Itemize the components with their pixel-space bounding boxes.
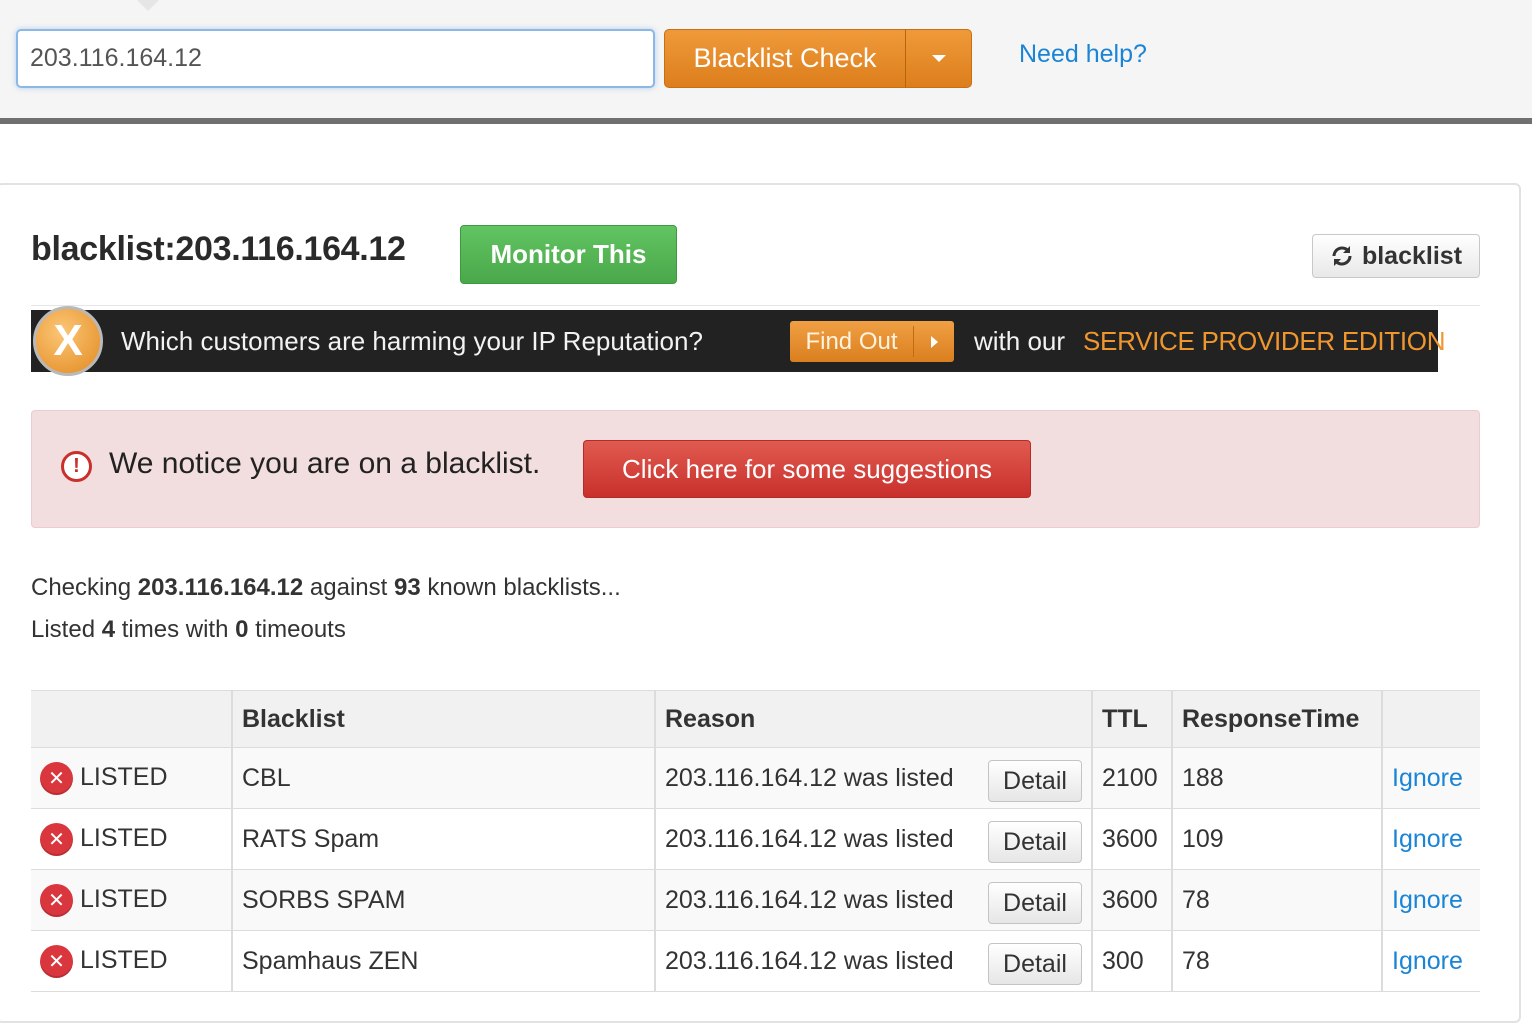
- summary-text: Listed: [31, 616, 96, 643]
- status-cell: ✕ LISTED: [31, 930, 233, 992]
- summary-text: known blacklists...: [427, 574, 621, 601]
- table-row: ✕ LISTED RATS Spam 203.116.164.12 was lis…: [31, 808, 1480, 870]
- column-header-ttl: TTL: [1091, 690, 1173, 748]
- error-x-icon: ✕: [40, 944, 73, 978]
- ttl-value: 300: [1091, 930, 1173, 992]
- action-cell: Ignore: [1381, 869, 1480, 931]
- response-time-value: 78: [1171, 930, 1383, 992]
- blacklist-check-button[interactable]: Blacklist Check: [664, 29, 906, 88]
- detail-button[interactable]: Detail: [988, 943, 1082, 985]
- reason-cell: 203.116.164.12 was listed Detail: [654, 930, 1093, 992]
- action-cell: Ignore: [1381, 747, 1480, 809]
- action-cell: Ignore: [1381, 808, 1480, 870]
- column-header-response-time: ResponseTime: [1171, 690, 1383, 748]
- listed-summary: Listed 4 times with 0 timeouts: [31, 616, 346, 644]
- status-label: LISTED: [80, 945, 168, 974]
- table-header-row: Blacklist Reason TTL ResponseTime: [31, 690, 1480, 748]
- refresh-button-label: blacklist: [1361, 241, 1463, 270]
- brand-logo-icon: X: [33, 306, 103, 376]
- suggestions-button[interactable]: Click here for some suggestions: [583, 440, 1031, 498]
- blacklist-name: RATS Spam: [231, 808, 656, 870]
- checking-summary: Checking 203.116.164.12 against 93 known…: [31, 574, 621, 602]
- reason-text: 203.116.164.12 was listed: [665, 824, 954, 853]
- column-header-status: [31, 690, 233, 748]
- ignore-link[interactable]: Ignore: [1392, 825, 1463, 853]
- error-x-icon: ✕: [40, 883, 73, 917]
- blacklist-results-table: Blacklist Reason TTL ResponseTime ✕ LISTE…: [31, 690, 1480, 992]
- ignore-link[interactable]: Ignore: [1392, 764, 1463, 792]
- status-label: LISTED: [80, 884, 168, 913]
- response-time-value: 78: [1171, 869, 1383, 931]
- title-divider: [31, 305, 1480, 306]
- status-cell: ✕ LISTED: [31, 808, 233, 870]
- detail-button[interactable]: Detail: [988, 760, 1082, 802]
- table-row: ✕ LISTED SORBS SPAM 203.116.164.12 was li…: [31, 869, 1480, 931]
- summary-text: Checking: [31, 574, 132, 601]
- status-label: LISTED: [80, 823, 168, 852]
- find-out-label: Find Out: [805, 327, 898, 355]
- reason-text: 203.116.164.12 was listed: [665, 885, 954, 914]
- play-arrow-icon: [914, 335, 954, 348]
- table-row: ✕ LISTED CBL 203.116.164.12 was listed Det…: [31, 747, 1480, 809]
- error-x-icon: ✕: [40, 761, 73, 795]
- reason-cell: 203.116.164.12 was listed Detail: [654, 747, 1093, 809]
- status-cell: ✕ LISTED: [31, 747, 233, 809]
- banner-question: Which customers are harming your IP Repu…: [121, 326, 703, 356]
- response-time-value: 109: [1171, 808, 1383, 870]
- reason-cell: 203.116.164.12 was listed Detail: [654, 869, 1093, 931]
- reason-text: 203.116.164.12 was listed: [665, 946, 954, 975]
- alert-message: We notice you are on a blacklist.: [109, 447, 541, 480]
- table-row: ✕ LISTED Spamhaus ZEN 203.116.164.12 was …: [31, 930, 1480, 992]
- header-divider: [0, 118, 1532, 124]
- column-header-action: [1381, 690, 1480, 748]
- refresh-icon: [1332, 246, 1352, 266]
- error-x-icon: ✕: [40, 822, 73, 856]
- ignore-link[interactable]: Ignore: [1392, 886, 1463, 914]
- refresh-blacklist-button[interactable]: blacklist: [1312, 234, 1480, 278]
- page-title: blacklist:203.116.164.12: [31, 230, 406, 268]
- column-header-reason: Reason: [654, 690, 1093, 748]
- detail-button[interactable]: Detail: [988, 882, 1082, 924]
- reason-cell: 203.116.164.12 was listed Detail: [654, 808, 1093, 870]
- reason-text: 203.116.164.12 was listed: [665, 763, 954, 792]
- banner-edition-name: SERVICE PROVIDER EDITION: [1083, 326, 1446, 356]
- exclamation-circle-icon: !: [61, 451, 92, 482]
- blacklist-name: CBL: [231, 747, 656, 809]
- detail-button[interactable]: Detail: [988, 821, 1082, 863]
- summary-timeout-count: 0: [235, 616, 249, 643]
- summary-text: times with: [121, 616, 229, 643]
- find-out-button[interactable]: Find Out: [790, 321, 954, 362]
- status-label: LISTED: [80, 762, 168, 791]
- caret-down-icon: [931, 55, 946, 62]
- summary-ip: 203.116.164.12: [137, 574, 304, 601]
- ttl-value: 2100: [1091, 747, 1173, 809]
- monitor-this-button[interactable]: Monitor This: [460, 225, 677, 284]
- banner-with-our: with our: [974, 326, 1066, 356]
- blacklist-name: SORBS SPAM: [231, 869, 656, 931]
- ip-search-input[interactable]: [16, 29, 655, 88]
- dropdown-notch: [137, 0, 159, 11]
- response-time-value: 188: [1171, 747, 1383, 809]
- summary-listed-count: 4: [101, 616, 116, 643]
- summary-blacklist-count: 93: [393, 574, 421, 601]
- ignore-link[interactable]: Ignore: [1392, 947, 1463, 975]
- need-help-link[interactable]: Need help?: [1019, 40, 1147, 69]
- blacklist-name: Spamhaus ZEN: [231, 930, 656, 992]
- status-cell: ✕ LISTED: [31, 869, 233, 931]
- summary-text: against: [309, 574, 388, 601]
- ttl-value: 3600: [1091, 808, 1173, 870]
- ttl-value: 3600: [1091, 869, 1173, 931]
- column-header-blacklist: Blacklist: [231, 690, 656, 748]
- action-cell: Ignore: [1381, 930, 1480, 992]
- check-options-dropdown[interactable]: [905, 29, 972, 88]
- summary-text: timeouts: [255, 616, 346, 643]
